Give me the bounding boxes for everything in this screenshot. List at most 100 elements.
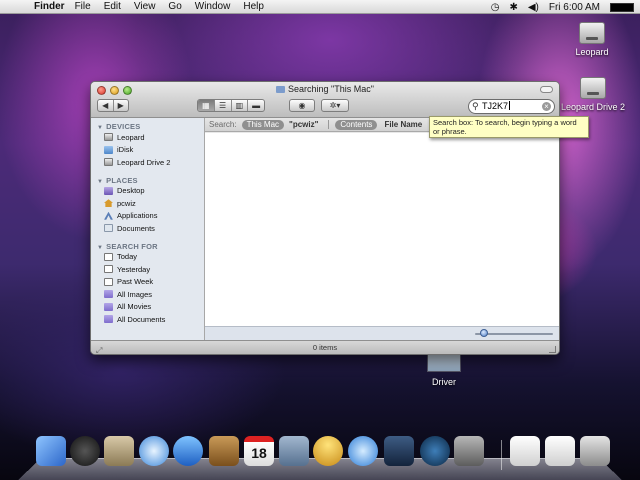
sidebar-item-applications[interactable]: Applications (91, 210, 204, 223)
documents-icon (104, 224, 113, 233)
search-input-value: TJ2K7 (482, 101, 509, 111)
item-count: 0 items (312, 343, 338, 352)
sidebar-item-yesterday[interactable]: Yesterday (91, 263, 204, 276)
eye-icon: ◉ (298, 101, 306, 110)
menu-extras: ◷ ✱ ◀) Fri 6:00 AM (481, 0, 634, 14)
search-file-name-button[interactable]: File Name (384, 120, 422, 129)
menu-help[interactable]: Help (243, 1, 264, 12)
sidebar-item-all-documents[interactable]: All Documents (91, 313, 204, 326)
icon-size-slider-knob[interactable] (480, 329, 488, 337)
sidebar: ▼ DEVICES Leopard iDisk Leopard Drive 2 ▼… (91, 118, 205, 340)
itunes-icon[interactable] (348, 436, 378, 466)
resize-handle[interactable] (549, 346, 556, 353)
status-bar: ⤢ 0 items (91, 340, 559, 354)
list-view-button[interactable]: ☰ (215, 100, 232, 111)
sidebar-section-search-for[interactable]: ▼ SEARCH FOR (91, 238, 204, 251)
scope-this-mac-button[interactable]: This Mac (241, 119, 285, 130)
action-menu-button[interactable]: ✲▾ (321, 99, 349, 112)
applications-icon (104, 211, 113, 220)
icon-size-bar (205, 326, 559, 340)
ical-icon[interactable]: 18 (244, 436, 274, 466)
battery-icon[interactable] (610, 2, 634, 12)
menu-view[interactable]: View (134, 1, 156, 12)
back-button[interactable]: ◀ (98, 100, 114, 111)
monitor-icon (427, 354, 461, 372)
sidebar-item-all-images[interactable]: All Images (91, 288, 204, 301)
forward-button[interactable]: ▶ (114, 100, 129, 111)
finder-icon[interactable] (36, 436, 66, 466)
expand-icon[interactable]: ⤢ (96, 344, 102, 354)
disclosure-triangle-icon[interactable]: ▼ (97, 179, 103, 185)
search-contents-button[interactable]: Contents (335, 119, 378, 130)
smart-folder-icon (104, 315, 113, 324)
quick-look-button[interactable]: ◉ (289, 99, 315, 112)
menu-file[interactable]: File (75, 1, 91, 12)
dock-separator (501, 440, 502, 470)
sidebar-item-past-week[interactable]: Past Week (91, 276, 204, 289)
column-view-button[interactable]: ▥ (232, 100, 249, 111)
search-input[interactable]: ⚲ TJ2K7 × (468, 99, 555, 114)
hard-drive-icon (104, 158, 113, 167)
menu-edit[interactable]: Edit (104, 1, 121, 12)
preview-icon[interactable] (279, 436, 309, 466)
system-preferences-icon[interactable] (454, 436, 484, 466)
menu-go[interactable]: Go (168, 1, 181, 12)
smart-folder-icon (104, 302, 113, 311)
desktop-icon-leopard-drive-2[interactable]: Leopard Drive 2 (558, 77, 628, 112)
icon-view-button[interactable]: ▦ (198, 100, 215, 111)
address-book-icon[interactable] (209, 436, 239, 466)
scope-separator (328, 120, 330, 129)
trash-icon[interactable] (580, 436, 610, 466)
sidebar-item-leopard-drive-2[interactable]: Leopard Drive 2 (91, 156, 204, 169)
search-results-area[interactable] (205, 133, 559, 326)
clock-icon (104, 265, 113, 274)
spaces-icon[interactable] (384, 436, 414, 466)
volume-icon[interactable]: ◀) (528, 2, 539, 13)
app-menu-finder[interactable]: Finder (34, 1, 65, 12)
window-title-text: Searching "This Mac" (288, 84, 374, 94)
gear-icon: ✲▾ (329, 101, 341, 110)
toolbar-toggle-button[interactable] (540, 86, 553, 93)
scope-user-button[interactable]: "pcwiz" (289, 120, 318, 129)
window-toolbar[interactable]: Searching "This Mac" ◀ ▶ ▦ ☰ ▥ ▬ ◉ ✲▾ ⚲ … (91, 82, 559, 118)
sidebar-item-desktop[interactable]: Desktop (91, 185, 204, 198)
desktop-icon (104, 186, 113, 195)
view-mode-buttons: ▦ ☰ ▥ ▬ (197, 99, 265, 112)
time-machine-icon[interactable]: ◷ (491, 2, 500, 13)
disclosure-triangle-icon[interactable]: ▼ (97, 125, 103, 131)
dashboard-icon[interactable] (70, 436, 100, 466)
back-forward-buttons: ◀ ▶ (97, 99, 129, 112)
documents-stack-icon[interactable] (545, 436, 575, 466)
smart-folder-icon (104, 290, 113, 299)
sidebar-item-documents[interactable]: Documents (91, 222, 204, 235)
clear-search-icon[interactable]: × (542, 102, 551, 111)
disclosure-triangle-icon[interactable]: ▼ (97, 245, 103, 251)
sidebar-item-home[interactable]: pcwiz (91, 197, 204, 210)
calendar-date: 18 (251, 445, 267, 461)
sidebar-item-idisk[interactable]: iDisk (91, 144, 204, 157)
sidebar-item-today[interactable]: Today (91, 251, 204, 264)
window-title: Searching "This Mac" (91, 84, 559, 94)
cover-flow-button[interactable]: ▬ (248, 100, 264, 111)
menu-bar: Finder File Edit View Go Window Help ◷ ✱… (0, 0, 640, 14)
time-machine-icon[interactable] (420, 436, 450, 466)
desktop-icon-leopard[interactable]: Leopard (572, 22, 612, 57)
pineapple-icon[interactable] (313, 436, 343, 466)
menu-window[interactable]: Window (195, 1, 231, 12)
hard-drive-icon (579, 22, 605, 44)
safari-icon[interactable] (139, 436, 169, 466)
desktop-icon-driver[interactable]: Driver (424, 354, 464, 387)
sidebar-section-devices[interactable]: ▼ DEVICES (91, 118, 204, 131)
sidebar-section-places[interactable]: ▼ PLACES (91, 172, 204, 185)
clock-icon (104, 277, 113, 286)
smart-folder-icon (276, 86, 286, 93)
clock[interactable]: Fri 6:00 AM (549, 2, 600, 13)
sidebar-item-leopard[interactable]: Leopard (91, 131, 204, 144)
sidebar-item-all-movies[interactable]: All Movies (91, 301, 204, 314)
mail-icon[interactable] (104, 436, 134, 466)
desktop-icon-label: Leopard Drive 2 (560, 102, 626, 112)
bluetooth-icon[interactable]: ✱ (509, 2, 517, 13)
home-icon (104, 199, 113, 208)
ichat-icon[interactable] (173, 436, 203, 466)
applications-stack-icon[interactable] (510, 436, 540, 466)
